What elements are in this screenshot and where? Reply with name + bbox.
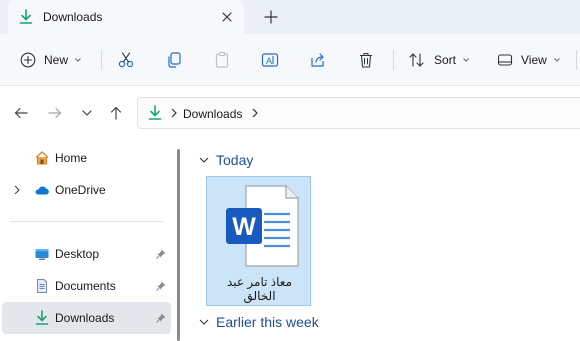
view-button[interactable]: View [497, 46, 561, 74]
chevron-right-icon[interactable] [12, 184, 22, 196]
downloads-icon [19, 9, 33, 24]
sort-button[interactable]: Sort [408, 46, 470, 74]
svg-text:W: W [232, 213, 256, 241]
sidebar-item-label: Desktop [55, 247, 100, 261]
close-icon[interactable] [218, 8, 236, 26]
breadcrumb-downloads[interactable]: Downloads [183, 107, 242, 121]
sidebar-item-onedrive[interactable]: OneDrive [2, 174, 171, 206]
file-name: معاذ تامر عبد الخالق [226, 275, 292, 303]
plus-circle-icon [20, 52, 36, 68]
back-arrow-icon[interactable] [13, 105, 29, 121]
sidebar-item-documents[interactable]: Documents [2, 270, 171, 302]
new-tab-icon[interactable] [262, 8, 280, 26]
group-label: Today [216, 152, 254, 168]
address-row: Downloads [0, 86, 580, 140]
new-button[interactable]: New [20, 46, 82, 74]
cut-button[interactable] [117, 46, 135, 74]
sidebar-item-label: Downloads [55, 311, 115, 325]
toolbar-separator [101, 50, 102, 70]
tab-title: Downloads [43, 10, 103, 24]
downloads-icon [35, 310, 49, 325]
up-arrow-icon[interactable] [108, 105, 124, 121]
sidebar-divider [10, 221, 163, 222]
command-bar: New A Sort View [0, 34, 580, 86]
sidebar-item-downloads[interactable]: Downloads [2, 302, 171, 334]
scissors-icon [118, 52, 134, 68]
chevron-right-icon[interactable] [250, 107, 260, 119]
chevron-down-icon [199, 319, 209, 325]
documents-icon [37, 279, 47, 293]
home-icon [35, 151, 49, 165]
sidebar-item-label: Documents [55, 279, 116, 293]
sidebar-item-label: Home [55, 151, 88, 165]
chevron-right-icon[interactable] [169, 107, 179, 119]
copy-icon [168, 52, 181, 68]
onedrive-icon [35, 186, 49, 195]
new-label: New [44, 53, 69, 67]
view-icon [497, 54, 513, 66]
chevron-down-icon [553, 58, 560, 62]
toolbar-separator [393, 50, 394, 70]
share-button[interactable] [309, 46, 327, 74]
address-bar[interactable]: Downloads [137, 97, 580, 129]
share-icon [311, 53, 324, 67]
sort-icon [409, 53, 424, 67]
recent-locations-chevron-icon[interactable] [79, 105, 95, 121]
tab-bar: Downloads [0, 0, 580, 34]
forward-arrow-icon[interactable] [47, 105, 63, 121]
rename-icon: A [261, 53, 279, 67]
file-list: Today W معاذ تامر عبد الخالق Earlier thi… [190, 140, 580, 341]
sidebar-item-home[interactable]: Home [2, 142, 171, 174]
file-item[interactable]: W معاذ تامر عبد الخالق [206, 176, 311, 306]
trash-icon [360, 52, 372, 68]
navigation-pane: Home OneDrive Desktop Documents Download… [0, 140, 180, 341]
paste-button[interactable] [213, 46, 231, 74]
tab-downloads[interactable]: Downloads [8, 0, 244, 34]
group-header-today[interactable]: Today [198, 150, 253, 170]
toolbar-separator [576, 50, 577, 70]
copy-button[interactable] [165, 46, 183, 74]
sidebar-item-desktop[interactable]: Desktop [2, 238, 171, 270]
group-label: Earlier this week [216, 314, 319, 330]
paste-icon [215, 51, 229, 68]
downloads-icon [148, 105, 162, 120]
delete-button[interactable] [357, 46, 375, 74]
sidebar-scrollbar[interactable] [177, 149, 180, 341]
group-header-earlier-this-week[interactable]: Earlier this week [198, 312, 319, 332]
pin-icon[interactable] [155, 248, 167, 260]
word-document-icon: W [226, 185, 299, 267]
rename-button[interactable]: A [261, 46, 279, 74]
sidebar-item-label: OneDrive [55, 183, 106, 197]
chevron-down-icon [75, 58, 81, 62]
pin-icon[interactable] [155, 280, 167, 292]
desktop-icon [35, 249, 49, 260]
pin-icon[interactable] [155, 312, 167, 324]
chevron-down-icon [463, 58, 469, 62]
chevron-down-icon [199, 157, 209, 163]
sort-label: Sort [434, 53, 457, 67]
svg-text:A: A [266, 56, 272, 66]
view-label: View [521, 53, 547, 67]
